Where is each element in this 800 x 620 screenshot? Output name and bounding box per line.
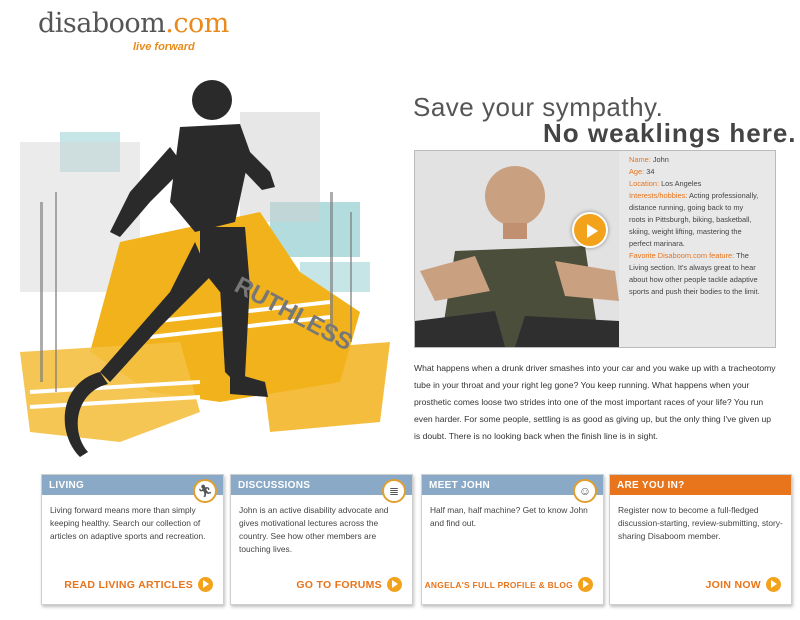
arrow-right-icon bbox=[198, 577, 213, 592]
read-living-articles-link[interactable]: READ LIVING ARTICLES bbox=[64, 577, 213, 592]
profile-name-label: Name: bbox=[629, 155, 651, 164]
profile-name-value: John bbox=[652, 155, 669, 164]
card-discussions: DISCUSSIONS ≣ John is an active disabili… bbox=[230, 474, 413, 605]
profile-photo-art bbox=[415, 151, 619, 347]
arrow-right-icon bbox=[766, 577, 781, 592]
card-living-body: Living forward means more than simply ke… bbox=[50, 505, 206, 541]
profile-photo bbox=[415, 151, 619, 347]
story-text: What happens when a drunk driver smashes… bbox=[414, 363, 776, 441]
profile-feature-label: Favorite Disaboom.com feature: bbox=[629, 251, 735, 260]
full-profile-blog-link[interactable]: ANGELA'S FULL PROFILE & BLOG bbox=[425, 577, 593, 592]
card-are-you-in: ARE YOU IN? Register now to become a ful… bbox=[609, 474, 792, 605]
join-now-link[interactable]: JOIN NOW bbox=[706, 577, 781, 592]
card-meet-john-body: Half man, half machine? Get to know John… bbox=[430, 505, 588, 528]
site-logo[interactable]: disaboom.com live forward bbox=[38, 8, 229, 53]
profile-age-value: 34 bbox=[646, 167, 655, 176]
arrow-right-icon bbox=[578, 577, 593, 592]
card-discussions-body: John is an active disability advocate an… bbox=[239, 505, 389, 554]
profile-location-label: Location: bbox=[629, 179, 659, 188]
profile-details: Name: John Age: 34 Location: Los Angeles… bbox=[629, 154, 761, 298]
notepad-icon: ≣ bbox=[382, 479, 406, 503]
logo-brand: disaboom.com bbox=[38, 8, 229, 39]
profile-age-label: Age: bbox=[629, 167, 645, 176]
video-play-button[interactable] bbox=[572, 212, 608, 248]
headline-secondary: No weaklings here. bbox=[543, 118, 797, 148]
arrow-right-icon bbox=[387, 577, 402, 592]
card-are-you-in-body: Register now to become a full-fledged di… bbox=[618, 505, 783, 541]
profile-location-value: Los Angeles bbox=[661, 179, 702, 188]
runner-icon: 🏃︎ bbox=[193, 479, 217, 503]
card-living: LIVING 🏃︎ Living forward means more than… bbox=[41, 474, 224, 605]
card-meet-john: MEET JOHN ☺ Half man, half machine? Get … bbox=[421, 474, 604, 605]
go-to-forums-link[interactable]: GO TO FORUMS bbox=[296, 577, 402, 592]
people-icon: ☺ bbox=[573, 479, 597, 503]
hero-illustration: RUTHLESS bbox=[0, 52, 405, 462]
profile-interests-label: Interests/hobbies: bbox=[629, 191, 688, 200]
card-are-you-in-title: ARE YOU IN? bbox=[610, 475, 791, 495]
hero-artwork: RUTHLESS bbox=[20, 80, 390, 457]
